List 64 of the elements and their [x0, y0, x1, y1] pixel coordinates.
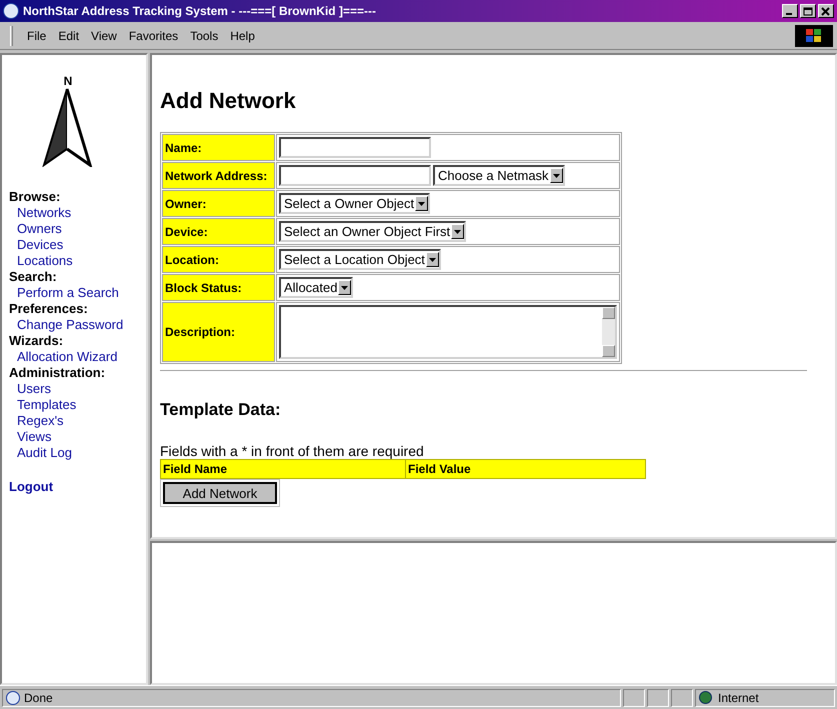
field-label: Owner:	[162, 190, 275, 217]
minimize-button[interactable]	[782, 4, 798, 18]
section-heading: Preferences:	[9, 301, 89, 317]
dropdown[interactable]: Choose a Netmask	[433, 165, 565, 186]
menu-item[interactable]: Tools	[184, 26, 224, 44]
field-label: Network Address:	[162, 162, 275, 189]
nav-link[interactable]: Change Password	[9, 317, 124, 333]
nav-link[interactable]: Locations	[9, 253, 73, 269]
section-heading: Wizards:	[9, 333, 64, 349]
windows-logo-icon	[795, 24, 833, 46]
dropdown[interactable]: Select an Owner Object First	[279, 221, 466, 242]
submit-button[interactable]: Add Network	[163, 482, 277, 504]
field-label: Name:	[162, 134, 275, 161]
nav-link[interactable]: Users	[9, 381, 51, 397]
text-input[interactable]	[279, 165, 431, 186]
menu-item[interactable]: Edit	[52, 26, 86, 44]
menu-item[interactable]: Help	[224, 26, 261, 44]
nav-link[interactable]: Regex's	[9, 413, 64, 429]
dropdown[interactable]: Select a Owner Object	[279, 193, 430, 214]
field-label: Device:	[162, 218, 275, 245]
nav-link[interactable]: Devices	[9, 237, 64, 253]
north-arrow-icon	[42, 87, 94, 167]
nav-link[interactable]: Owners	[9, 221, 62, 237]
column-header: Field Value	[405, 460, 647, 478]
nav-link[interactable]: Audit Log	[9, 445, 72, 461]
nav-link[interactable]: Templates	[9, 397, 76, 413]
text-input[interactable]	[279, 137, 431, 158]
nav-link[interactable]: Networks	[9, 205, 72, 221]
north-label: N	[64, 75, 72, 87]
minimize-icon	[786, 12, 792, 14]
field-label: Location:	[162, 246, 275, 273]
scrollbar	[602, 307, 615, 357]
browser-icon	[3, 3, 19, 19]
required-note: Fields with a * in front of them are required	[160, 442, 425, 458]
status-panel	[647, 688, 669, 706]
status-text: Done	[24, 690, 53, 706]
nav-link[interactable]: Perform a Search	[9, 285, 119, 301]
dropdown[interactable]: Select a Location Object	[279, 249, 441, 270]
page-icon	[6, 690, 20, 704]
text-area[interactable]	[279, 305, 617, 359]
close-icon	[821, 6, 831, 16]
menu-item[interactable]: Favorites	[122, 26, 184, 44]
nav-link[interactable]: Views	[9, 429, 52, 445]
field-label: Description:	[162, 302, 275, 362]
section-heading: Search:	[9, 269, 58, 285]
menu-item[interactable]: File	[21, 26, 52, 44]
dropdown[interactable]: Allocated	[279, 277, 354, 298]
page-heading: Add Network	[160, 88, 297, 114]
window-title: NorthStar Address Tracking System - ---===[ BrownKid ]===---	[23, 3, 377, 20]
status-panel	[623, 688, 645, 706]
section-heading: Administration:	[9, 365, 106, 381]
column-header: Field Name	[162, 460, 228, 478]
status-panel	[671, 688, 693, 706]
menu-item[interactable]: View	[85, 26, 123, 44]
section-heading: Browse:	[9, 189, 62, 205]
logout-link[interactable]: Logout	[9, 477, 54, 496]
maximize-icon	[803, 6, 813, 16]
zone-text: Internet	[718, 690, 759, 706]
section-heading: Template Data:	[160, 399, 282, 421]
globe-icon	[699, 691, 712, 704]
field-label: Block Status:	[162, 274, 275, 301]
maximize-button[interactable]	[800, 4, 816, 18]
nav-link[interactable]: Allocation Wizard	[9, 349, 118, 365]
close-button[interactable]	[818, 4, 834, 18]
